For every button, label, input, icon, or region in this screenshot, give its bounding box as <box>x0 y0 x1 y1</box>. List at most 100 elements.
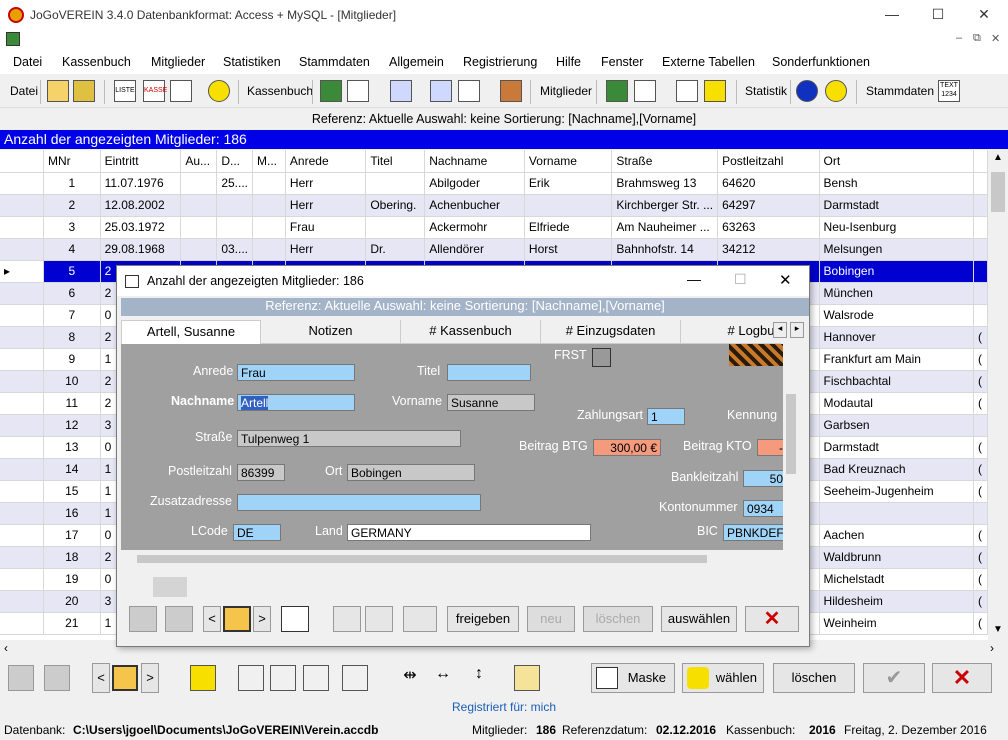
cell-vorname[interactable]: Horst <box>524 238 613 261</box>
cell-x[interactable]: ( <box>973 436 988 459</box>
cell-ort[interactable]: Neu-Isenburg <box>819 216 974 239</box>
table-insert-icon[interactable] <box>342 665 368 691</box>
dialog-horizontal-scrollbar[interactable] <box>121 576 807 598</box>
cell-mnr[interactable]: 21 <box>43 612 101 635</box>
cell-d[interactable]: 25.... <box>216 172 253 195</box>
row-indicator[interactable] <box>0 238 44 261</box>
cell-vorname[interactable]: Erik <box>524 172 613 195</box>
cell-m[interactable] <box>252 238 286 261</box>
cell-x[interactable]: ( <box>973 524 988 547</box>
cell-anrede[interactable]: Herr <box>285 172 367 195</box>
land-field[interactable]: GERMANY <box>347 524 591 541</box>
form-horizontal-scrollbar[interactable] <box>121 552 797 566</box>
row-indicator[interactable] <box>0 216 44 239</box>
info-blue-icon[interactable] <box>796 80 818 102</box>
cell-mnr[interactable]: 13 <box>43 436 101 459</box>
table-row[interactable]: 1 11.07.1976 25.... Herr Abilgoder Erik Brahms… <box>0 172 988 195</box>
cell-ort[interactable]: Fischbachtal <box>819 370 974 393</box>
dialog-next-button[interactable]: > <box>253 606 271 632</box>
column-header[interactable]: Straße <box>611 150 719 173</box>
bankleitzahl-field[interactable]: 50 <box>743 470 787 487</box>
mdi-restore-button[interactable]: ⧉ <box>973 32 981 45</box>
tab-scroll-left-icon[interactable]: ◂ <box>773 322 787 338</box>
maske-button[interactable]: Maske <box>591 663 675 693</box>
cell-ort[interactable]: Darmstadt <box>819 436 974 459</box>
cell-x[interactable] <box>973 216 988 239</box>
cell-x[interactable]: ( <box>973 348 988 371</box>
prev-record-button[interactable]: < <box>92 663 110 693</box>
grid-icon[interactable] <box>634 80 656 102</box>
cell-au[interactable] <box>180 172 218 195</box>
split-columns-icon[interactable]: ⇹ <box>397 665 423 691</box>
calendar-icon[interactable] <box>112 665 138 691</box>
cell-au[interactable] <box>180 216 218 239</box>
star-grid-icon[interactable] <box>190 665 216 691</box>
cell-ort[interactable]: Bobingen <box>819 260 974 283</box>
cell-titel[interactable]: Obering. <box>365 194 426 217</box>
cell-mnr[interactable]: 5 <box>43 260 101 283</box>
cell-nachname[interactable]: Allendörer <box>424 238 525 261</box>
cell-titel[interactable] <box>365 216 426 239</box>
cell-x[interactable]: ( <box>973 326 988 349</box>
cell-ort[interactable]: Melsungen <box>819 238 974 261</box>
cell-mnr[interactable]: 8 <box>43 326 101 349</box>
cell-nachname[interactable]: Abilgoder <box>424 172 525 195</box>
cell-ort[interactable]: Darmstadt <box>819 194 974 217</box>
mdi-child-icon[interactable] <box>6 32 20 46</box>
cell-ort[interactable]: München <box>819 282 974 305</box>
row-indicator[interactable] <box>0 524 44 547</box>
dialog-text-icon[interactable] <box>281 606 309 632</box>
bic-field[interactable]: PBNKDEF <box>723 524 787 541</box>
scroll-up-arrow-icon[interactable]: ▲ <box>993 152 1003 163</box>
cell-mnr[interactable]: 14 <box>43 458 101 481</box>
cell-ort[interactable]: Michelstadt <box>819 568 974 591</box>
cell-ort[interactable]: Seeheim-Jugenheim <box>819 480 974 503</box>
cell-titel[interactable] <box>365 172 426 195</box>
frst-checkbox[interactable] <box>592 348 611 367</box>
cell-x[interactable]: ( <box>973 612 988 635</box>
current-row-indicator-icon[interactable]: ▸ <box>0 260 44 283</box>
open-folder-icon[interactable] <box>47 80 69 102</box>
cell-x[interactable]: ( <box>973 590 988 613</box>
cell-d[interactable] <box>216 194 253 217</box>
cell-mnr[interactable]: 4 <box>43 238 101 261</box>
cell-ort[interactable]: Weinheim <box>819 612 974 635</box>
cell-plz[interactable]: 34212 <box>717 238 820 261</box>
tab-notizen[interactable]: Notizen <box>261 320 401 344</box>
row-indicator[interactable] <box>0 480 44 503</box>
column-header[interactable]: Postleitzahl <box>717 150 820 173</box>
cell-mnr[interactable]: 9 <box>43 348 101 371</box>
table-row[interactable]: 2 12.08.2002 Herr Obering. Achenbucher Kirchb… <box>0 194 988 217</box>
dialog-loeschen-button[interactable]: löschen <box>583 606 653 632</box>
row-indicator[interactable] <box>0 172 44 195</box>
cell-mnr[interactable]: 17 <box>43 524 101 547</box>
tab-kassenbuch[interactable]: # Kassenbuch <box>401 320 541 344</box>
table-row[interactable]: 3 25.03.1972 Frau Ackermohr Elfriede Am Nauhe… <box>0 216 988 239</box>
cell-x[interactable]: ( <box>973 546 988 569</box>
column-header[interactable]: M... <box>252 150 286 173</box>
column-header[interactable]: Vorname <box>524 150 613 173</box>
cell-x[interactable] <box>973 282 988 305</box>
cell-strasse[interactable]: Brahmsweg 13 <box>611 172 719 195</box>
row-indicator[interactable] <box>0 326 44 349</box>
member-settings-icon[interactable] <box>8 665 34 691</box>
cell-plz[interactable]: 64620 <box>717 172 820 195</box>
cell-ort[interactable]: Frankfurt am Main <box>819 348 974 371</box>
cell-ort[interactable]: Hannover <box>819 326 974 349</box>
cell-nachname[interactable]: Ackermohr <box>424 216 525 239</box>
cell-x[interactable]: ( <box>973 370 988 393</box>
dialog-calendar-icon[interactable] <box>223 606 251 632</box>
scroll-thumb[interactable] <box>991 172 1005 212</box>
row-indicator[interactable] <box>0 414 44 437</box>
row-indicator[interactable] <box>0 436 44 459</box>
row-indicator[interactable] <box>0 612 44 635</box>
cell-ort[interactable] <box>819 502 974 525</box>
dialog-favorite-icon[interactable] <box>165 606 193 632</box>
member-icon[interactable] <box>606 80 628 102</box>
auswaehlen-button[interactable]: auswählen <box>661 606 737 632</box>
cell-x[interactable] <box>973 304 988 327</box>
cell-mnr[interactable]: 18 <box>43 546 101 569</box>
zusatzadresse-field[interactable] <box>237 494 481 511</box>
cell-nachname[interactable]: Achenbucher <box>424 194 525 217</box>
close-button[interactable]: ✕ <box>964 6 1004 23</box>
